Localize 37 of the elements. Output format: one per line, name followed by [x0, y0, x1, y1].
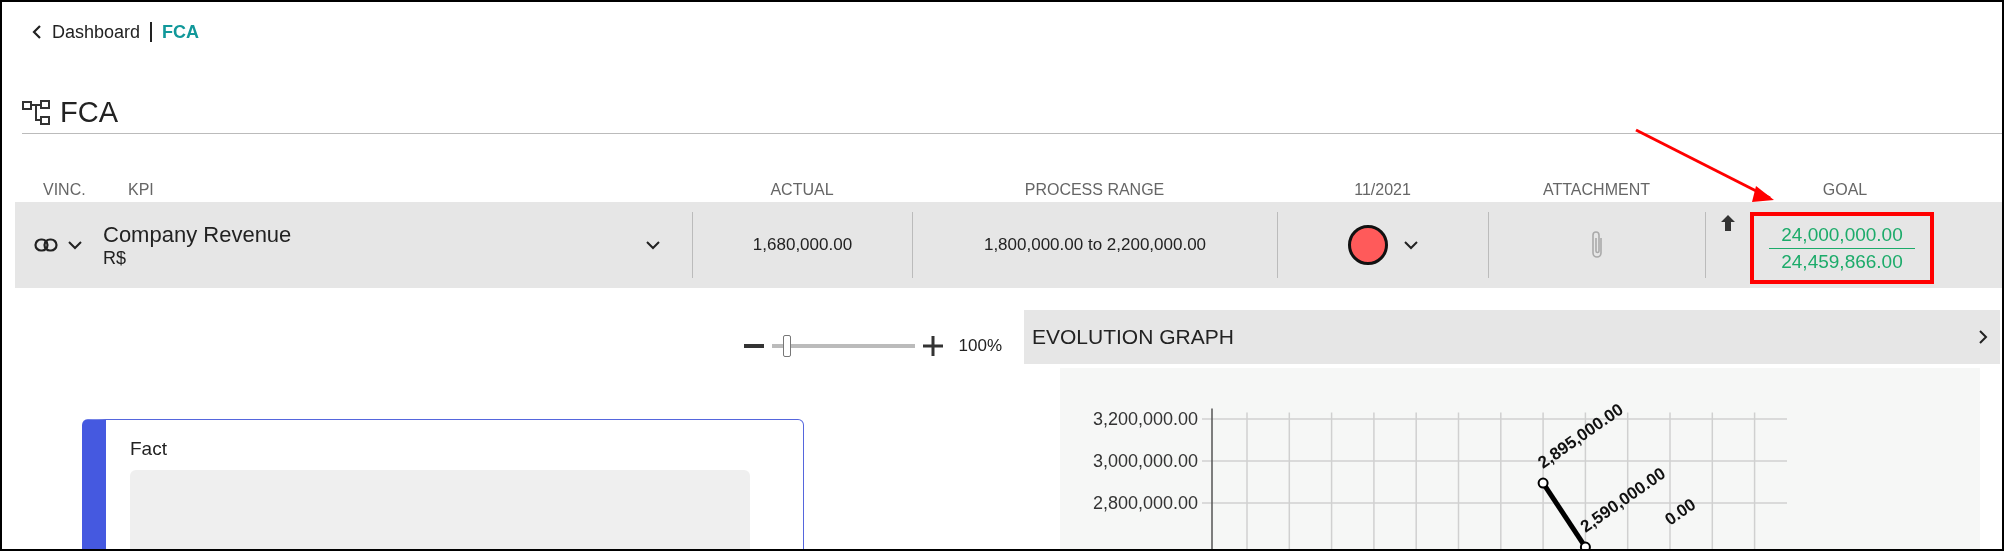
column-header: VINC. — [42, 180, 87, 200]
data-point — [1537, 477, 1549, 489]
zoom-out-button[interactable] — [743, 344, 764, 348]
column-header: GOAL — [1821, 180, 1869, 200]
column-header: KPI — [127, 180, 155, 200]
expand-button[interactable] — [646, 240, 660, 250]
column-header: 11/2021 — [1353, 180, 1412, 200]
goal-actual-value: 24,459,866.00 — [1780, 249, 1904, 274]
status-dropdown[interactable] — [1404, 240, 1418, 250]
y-tick-label: 3,000,000.00 — [1092, 451, 1198, 471]
y-tick-label: 2,800,000.00 — [1092, 493, 1198, 513]
chevron-down-icon — [67, 240, 82, 250]
goal-value: 24,000,000.00 — [1769, 221, 1915, 249]
column-header: ACTUAL — [769, 180, 835, 200]
breadcrumb-current: FCA — [162, 21, 200, 43]
chevron-right-icon[interactable] — [1979, 330, 1988, 344]
dropdown-button[interactable] — [67, 240, 82, 250]
back-icon[interactable] — [32, 25, 42, 39]
kpi-unit: R$ — [103, 247, 127, 269]
zoom-percentage: 100% — [958, 336, 1002, 356]
breadcrumb-link[interactable]: Dashboard — [52, 21, 141, 43]
page-title: FCA — [60, 96, 118, 129]
hierarchy-icon — [22, 99, 52, 126]
panel-title: EVOLUTION GRAPH — [1032, 325, 1234, 349]
card-title: Fact — [130, 438, 168, 460]
link-icon — [33, 238, 58, 252]
process-range: 1,800,000.00 to 2,200,000.00 — [983, 235, 1207, 255]
column-header: PROCESS RANGE — [1023, 180, 1166, 200]
column-header: ATTACHMENT — [1542, 180, 1651, 200]
actual-value: 1,680,000.00 — [752, 235, 853, 255]
chevron-down-icon — [646, 240, 660, 250]
data-label: 0.00 — [1661, 494, 1700, 530]
arrow-up-icon — [1720, 214, 1736, 232]
y-tick-label: 3,200,000.00 — [1092, 409, 1198, 429]
zoom-in-button[interactable] — [922, 336, 943, 356]
chevron-down-icon — [1404, 240, 1418, 250]
kpi-name: Company Revenue — [103, 221, 293, 248]
